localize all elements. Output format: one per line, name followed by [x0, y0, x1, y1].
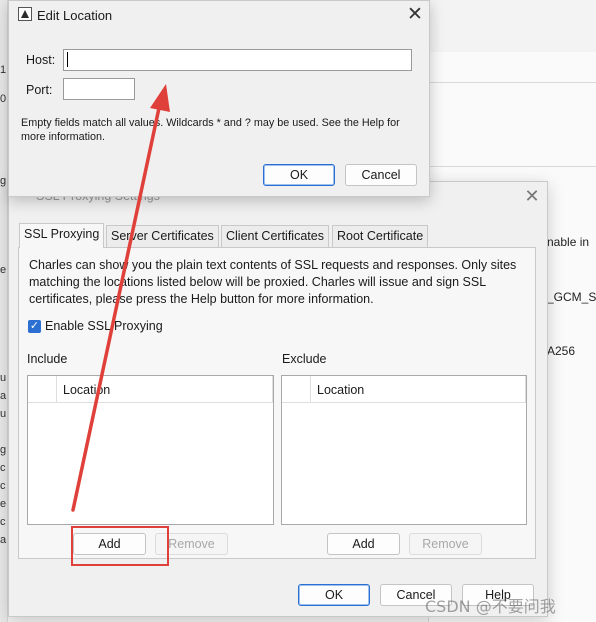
background-letter: g [0, 175, 7, 187]
background-letter: c [0, 480, 6, 492]
tab-root-certificate[interactable]: Root Certificate [332, 225, 429, 247]
host-input[interactable] [63, 49, 412, 71]
exclude-label: Exclude [282, 352, 327, 366]
background-letter: c [0, 516, 6, 528]
edit-location-hint: Empty fields match all values. Wildcards… [21, 117, 400, 143]
tab-ssl-proxying[interactable]: SSL Proxying [19, 223, 105, 248]
background-fragment: A256 [547, 344, 576, 358]
close-icon[interactable]: ✕ [405, 5, 425, 25]
close-icon[interactable]: ✕ [522, 186, 542, 206]
enable-ssl-proxying-label: Enable SSL Proxying [45, 319, 163, 333]
ssl-description: Charles can show you the plain text cont… [29, 258, 517, 306]
edit-cancel-button[interactable]: Cancel [345, 164, 417, 186]
background-letter: g [0, 444, 7, 456]
charles-app-icon [18, 7, 32, 21]
background-letter: c [0, 462, 6, 474]
include-location-list[interactable]: Location [27, 375, 274, 525]
edit-location-title: Edit Location [37, 8, 113, 23]
background-letter: u [0, 408, 7, 420]
background-letter: a [0, 534, 7, 546]
column-divider [272, 376, 273, 403]
exclude-location-list[interactable]: Location [281, 375, 527, 525]
exclude-list-header: Location [282, 376, 526, 403]
port-label: Port: [26, 83, 53, 97]
background-letter: e [0, 498, 7, 510]
exclude-add-button[interactable]: Add [327, 533, 400, 555]
edit-ok-button[interactable]: OK [263, 164, 335, 186]
port-input[interactable] [63, 78, 135, 100]
include-list-header: Location [28, 376, 273, 403]
column-divider [310, 376, 311, 403]
exclude-remove-button[interactable]: Remove [409, 533, 482, 555]
enable-ssl-proxying-checkbox[interactable]: ✓ [28, 320, 41, 333]
background-letter: a [0, 390, 7, 402]
tab-server-certificates[interactable]: Server Certificates [106, 225, 219, 247]
column-divider [525, 376, 526, 403]
host-label: Host: [26, 53, 56, 67]
column-divider [56, 376, 57, 403]
background-divider [428, 82, 596, 83]
ssl-ok-button[interactable]: OK [298, 584, 370, 606]
background-letter: 1 [0, 64, 7, 76]
background-letter: e [0, 264, 7, 276]
background-fragment: nable in [547, 235, 590, 249]
text-caret [67, 52, 68, 67]
include-column-location: Location [63, 383, 111, 397]
annotation-highlight-box [71, 526, 169, 566]
background-letter: u [0, 372, 7, 384]
background-letter: 0 [0, 93, 7, 105]
background-divider [428, 166, 596, 167]
include-label: Include [27, 352, 68, 366]
exclude-column-location: Location [317, 383, 365, 397]
tab-client-certificates[interactable]: Client Certificates [221, 225, 329, 247]
background-fragment: _GCM_SH [547, 290, 596, 304]
watermark: CSDN @不要问我 [425, 597, 556, 616]
